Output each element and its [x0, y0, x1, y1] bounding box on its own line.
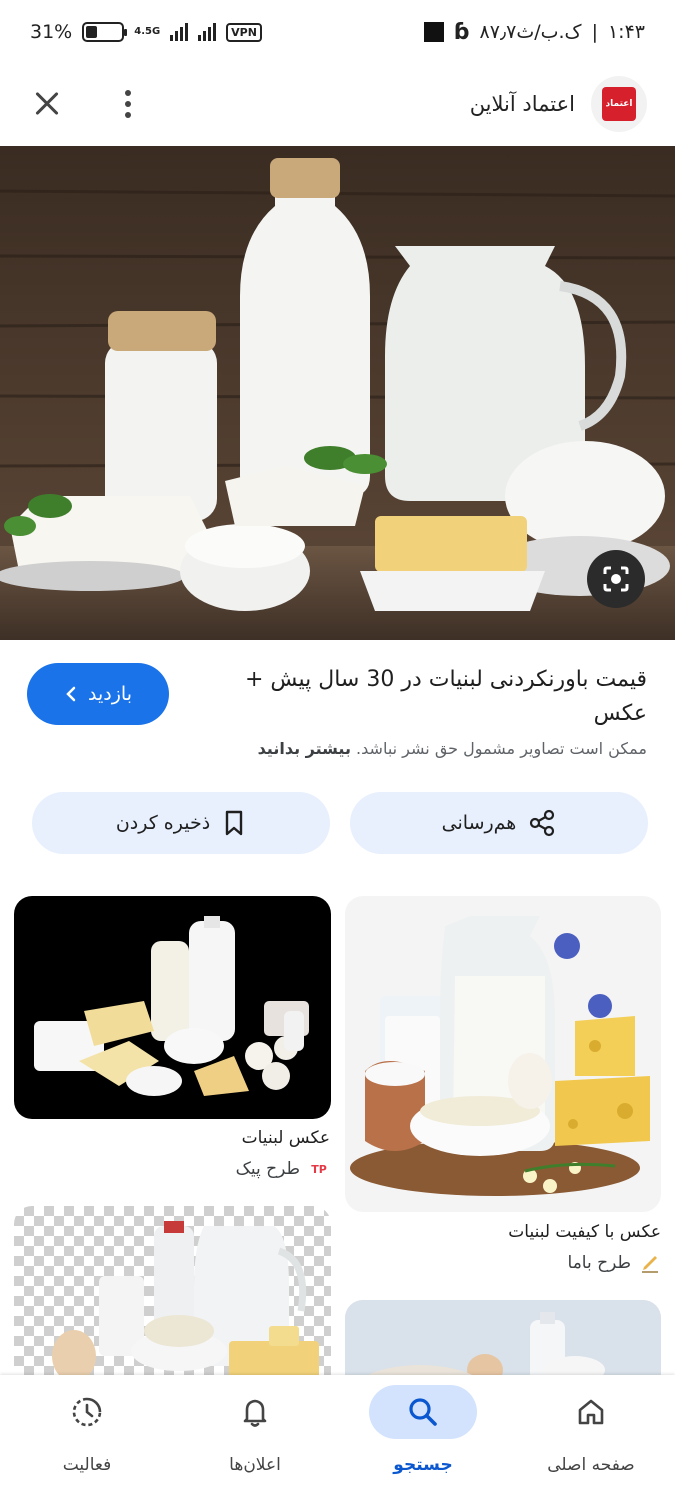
status-bar: 31% 4.5G VPN ɓ ۸۷٫۷ک.ب/ث | ۱:۴۳ — [30, 19, 645, 45]
app-notification-icon: ɓ — [453, 19, 470, 45]
signal-icon-2 — [198, 23, 217, 41]
clock: ۱:۴۳ — [607, 21, 645, 43]
share-label: هم‌رسانی — [441, 812, 517, 834]
home-icon — [578, 1399, 604, 1425]
related-image-2[interactable] — [345, 896, 661, 1212]
bell-icon — [243, 1399, 267, 1427]
nav-activity-label: فعالیت — [62, 1455, 112, 1475]
nav-search-label: جستجو — [393, 1455, 453, 1475]
nav-activity[interactable]: فعالیت — [3, 1375, 171, 1500]
signal-icon — [170, 23, 189, 41]
vpn-badge: VPN — [226, 22, 262, 42]
more-options-icon[interactable] — [108, 84, 148, 124]
nav-home[interactable]: صفحه اصلی — [507, 1375, 675, 1500]
activity-icon — [72, 1397, 102, 1427]
result-info: بازدید قیمت باورنکردنی لبنیات در 30 سال … — [0, 655, 675, 775]
nav-search[interactable]: جستجو — [339, 1375, 507, 1500]
related-title-2[interactable]: عکس با کیفیت لبنیات — [361, 1222, 661, 1242]
save-label: ذخیره کردن — [115, 812, 211, 834]
close-icon[interactable] — [28, 84, 68, 124]
related-source-label-1: طرح پیک — [235, 1159, 300, 1179]
share-button[interactable]: هم‌رسانی — [350, 792, 648, 854]
nav-notifications[interactable]: اعلان‌ها — [171, 1375, 339, 1500]
share-icon — [530, 809, 555, 837]
chevron-left-icon — [66, 686, 76, 702]
related-source-label-2: طرح باما — [567, 1253, 631, 1273]
copyright-text: ممکن است تصاویر مشمول حق نشر نباشد. — [356, 739, 647, 758]
battery-icon — [82, 22, 128, 42]
bottom-navigation: صفحه اصلی جستجو اعلان‌ها فعالیت — [0, 1375, 675, 1500]
save-button[interactable]: ذخیره کردن — [32, 792, 330, 854]
related-source-1: TP طرح پیک — [236, 1158, 330, 1180]
result-header: اعتماد اعتماد آنلاین — [0, 64, 675, 144]
result-title[interactable]: قیمت باورنکردنی لبنیات در 30 سال پیش + ع… — [207, 663, 647, 731]
related-source-2: طرح باما — [568, 1252, 661, 1274]
visit-label: بازدید — [88, 683, 132, 705]
search-icon — [409, 1398, 437, 1426]
related-title-1[interactable]: عکس لبنیات — [30, 1128, 330, 1148]
site-logo: اعتماد — [591, 76, 647, 132]
copyright-notice: ممکن است تصاویر مشمول حق نشر نباشد. بیشت… — [27, 739, 647, 758]
bookmark-icon — [225, 810, 243, 836]
nav-home-label: صفحه اصلی — [547, 1455, 635, 1475]
camera-lens-icon — [603, 566, 629, 592]
dairy-products-photo — [0, 146, 675, 640]
notification-icon — [423, 22, 444, 42]
site-name: اعتماد آنلاین — [469, 92, 575, 116]
source-logo-icon: TP — [311, 1162, 327, 1176]
related-image-1[interactable] — [14, 896, 331, 1119]
battery-percent: 31% — [30, 21, 73, 43]
lens-search-button[interactable] — [587, 550, 645, 608]
visit-button[interactable]: بازدید — [27, 663, 169, 725]
network-type: 4.5G — [134, 26, 161, 37]
network-speed: ۸۷٫۷ک.ب/ث — [479, 21, 582, 43]
dairy-thumbnail-1 — [34, 916, 309, 1096]
learn-more-link[interactable]: بیشتر بدانید — [258, 739, 351, 758]
dairy-thumbnail-2 — [350, 916, 650, 1196]
result-image[interactable] — [0, 146, 675, 640]
pen-logo-icon — [639, 1252, 661, 1274]
nav-notifications-label: اعلان‌ها — [229, 1455, 281, 1475]
